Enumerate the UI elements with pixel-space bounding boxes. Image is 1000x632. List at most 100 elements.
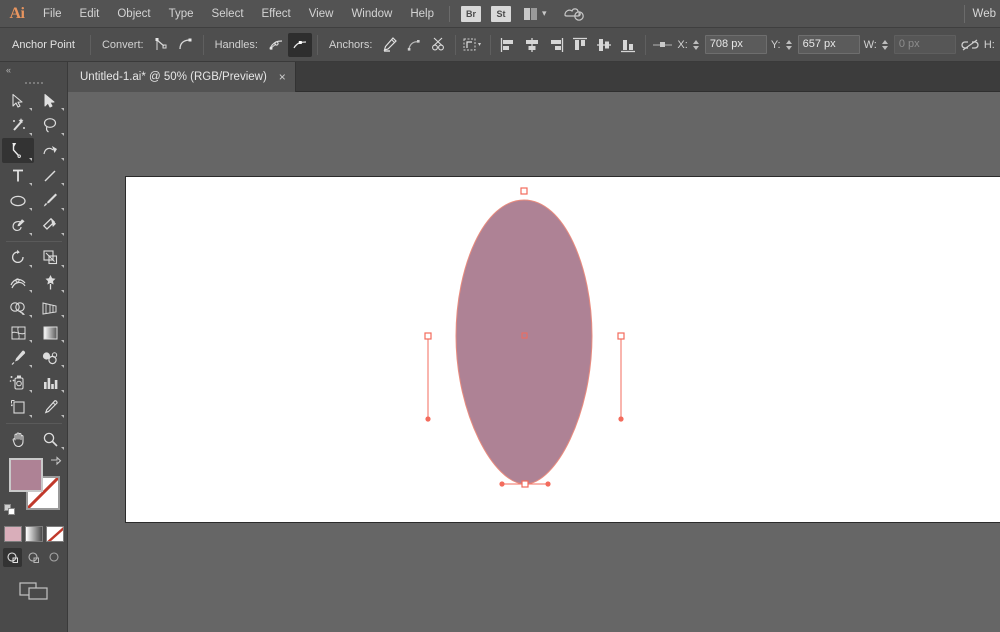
align-vertical-center-button[interactable]	[592, 33, 616, 57]
unlink-proportions-button[interactable]	[958, 33, 982, 57]
handle-left-down[interactable]	[425, 416, 431, 422]
close-icon[interactable]: ×	[279, 71, 286, 83]
drawing-mode-normal-button[interactable]	[3, 548, 22, 567]
magic-wand-tool-icon	[12, 118, 25, 131]
handle-right-down[interactable]	[618, 416, 624, 422]
align-bottom-button[interactable]	[616, 33, 640, 57]
convert-to-smooth-button[interactable]	[174, 33, 198, 57]
tool-gradient[interactable]	[34, 320, 66, 345]
height-field-group: H:	[982, 39, 997, 51]
stock-button[interactable]: St	[491, 5, 511, 22]
gradient-swatch-button[interactable]	[24, 526, 43, 542]
menu-help[interactable]: Help	[401, 0, 443, 28]
swap-fill-stroke-button[interactable]	[50, 456, 62, 468]
menu-type[interactable]: Type	[160, 0, 203, 28]
align-horizontal-center-button[interactable]	[520, 33, 544, 57]
menu-select[interactable]: Select	[203, 0, 253, 28]
tool-blend[interactable]	[34, 345, 66, 370]
convert-to-corner-button[interactable]	[150, 33, 174, 57]
drawing-mode-inside-button[interactable]	[45, 548, 64, 567]
zoom-tool-icon	[43, 432, 58, 447]
gradient-tool-icon	[43, 326, 57, 339]
tool-free-transform[interactable]	[34, 270, 66, 295]
menu-window[interactable]: Window	[342, 0, 401, 28]
artboard[interactable]	[125, 176, 1000, 523]
eraser-tool-icon	[42, 217, 56, 230]
x-input[interactable]: 708 px	[704, 35, 767, 54]
document-tab[interactable]: Untitled-1.ai* @ 50% (RGB/Preview) ×	[68, 62, 296, 92]
bridge-button[interactable]: Br	[461, 5, 481, 22]
tool-paintbrush[interactable]	[34, 188, 66, 213]
show-handles-button[interactable]	[264, 33, 288, 57]
tool-ellipse[interactable]	[2, 188, 34, 213]
tool-line-segment[interactable]	[34, 163, 66, 188]
cut-path-button[interactable]	[426, 33, 450, 57]
align-horizontal-center-icon	[526, 37, 539, 52]
tools-panel-collapse-button[interactable]: «	[0, 62, 67, 78]
w-input[interactable]: 0 px	[893, 35, 956, 54]
tools-panel-drag-handle[interactable]	[0, 78, 67, 88]
tool-symbol-sprayer[interactable]	[2, 370, 34, 395]
tool-shape-builder[interactable]	[2, 295, 34, 320]
anchor-right[interactable]	[617, 332, 625, 340]
tool-eraser[interactable]	[34, 213, 66, 238]
tool-artboard[interactable]	[2, 395, 34, 420]
change-screen-mode-button[interactable]	[18, 581, 49, 601]
tool-hand[interactable]	[2, 427, 34, 452]
control-divider-2	[202, 34, 204, 55]
tool-slice[interactable]	[34, 395, 66, 420]
tool-shaper[interactable]	[2, 213, 34, 238]
workspace-switcher[interactable]: Web	[973, 8, 996, 20]
anchor-bottom[interactable]	[521, 480, 529, 488]
align-top-button[interactable]	[568, 33, 592, 57]
egg-shape-path[interactable]	[455, 199, 593, 485]
tool-pen[interactable]	[2, 138, 34, 163]
cut-path-icon	[431, 37, 444, 51]
x-stepper[interactable]	[691, 39, 702, 50]
remove-anchor-button[interactable]	[378, 33, 402, 57]
tool-perspective-grid[interactable]	[34, 295, 66, 320]
align-left-button[interactable]	[496, 33, 520, 57]
tool-width[interactable]	[2, 270, 34, 295]
tool-mesh[interactable]	[2, 320, 34, 345]
tool-scale[interactable]	[34, 245, 66, 270]
w-label: W:	[863, 38, 877, 51]
menu-file[interactable]: File	[34, 0, 71, 28]
fill-swatch[interactable]	[9, 458, 43, 492]
connect-endpoints-button[interactable]	[402, 33, 426, 57]
w-stepper[interactable]	[880, 39, 891, 50]
tool-rotate[interactable]	[2, 245, 34, 270]
anchor-top[interactable]	[520, 187, 528, 195]
align-right-button[interactable]	[544, 33, 568, 57]
tool-column-graph[interactable]	[34, 370, 66, 395]
arrange-documents-icon	[524, 7, 537, 20]
drawing-mode-behind-button[interactable]	[24, 548, 43, 567]
color-swatch-button[interactable]	[3, 526, 22, 542]
tool-magic-wand[interactable]	[2, 113, 34, 138]
sync-settings-button[interactable]	[563, 6, 585, 22]
anchor-left[interactable]	[424, 332, 432, 340]
tool-zoom[interactable]	[34, 427, 66, 452]
tool-curvature[interactable]	[34, 138, 66, 163]
default-fill-stroke-button[interactable]	[4, 504, 16, 516]
tool-eyedropper[interactable]	[2, 345, 34, 370]
tool-type[interactable]	[2, 163, 34, 188]
y-input[interactable]: 657 px	[797, 35, 860, 54]
handle-bottom-right[interactable]	[545, 481, 551, 487]
menu-view[interactable]: View	[300, 0, 343, 28]
h-label: H:	[983, 38, 995, 51]
tool-selection[interactable]	[2, 88, 34, 113]
hide-handles-button[interactable]	[287, 32, 312, 57]
handle-bottom-left[interactable]	[499, 481, 505, 487]
tool-direct-selection[interactable]	[34, 88, 66, 113]
none-swatch-button[interactable]	[45, 526, 64, 542]
y-stepper[interactable]	[784, 39, 795, 50]
x-position-field-group: X: 708 px	[675, 35, 768, 54]
canvas-area[interactable]	[68, 92, 1000, 632]
menu-edit[interactable]: Edit	[71, 0, 109, 28]
isolate-object-button[interactable]	[461, 33, 485, 57]
menu-effect[interactable]: Effect	[253, 0, 300, 28]
tool-lasso[interactable]	[34, 113, 66, 138]
menu-object[interactable]: Object	[108, 0, 159, 28]
arrange-documents-button[interactable]: ▾	[520, 4, 551, 24]
